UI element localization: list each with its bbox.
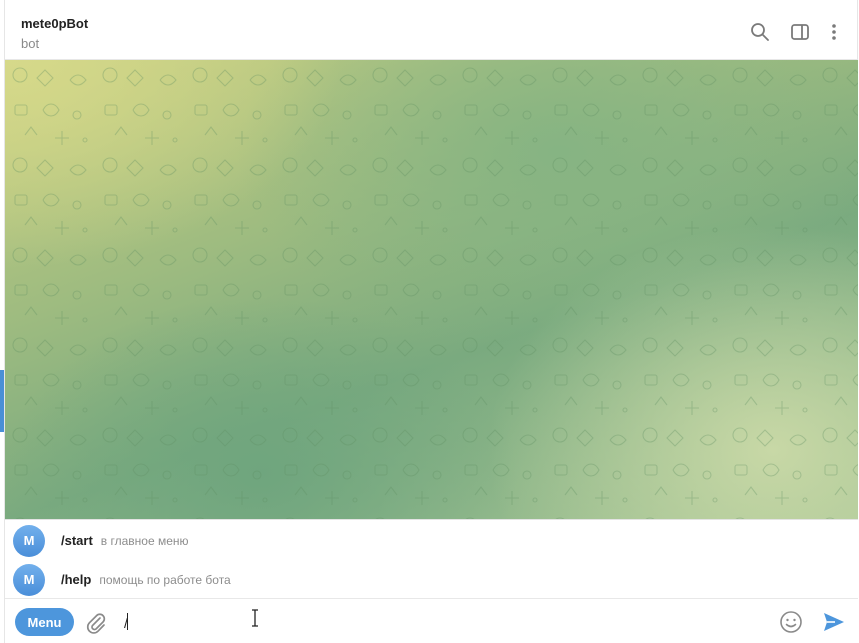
smiley-icon xyxy=(780,611,802,633)
avatar: M xyxy=(13,524,45,557)
chat-window: mete0pBot bot M /start в главное меню M … xyxy=(4,0,858,643)
text-caret xyxy=(127,613,128,630)
sidebar-toggle-button[interactable] xyxy=(788,20,812,44)
command-description: помощь по работе бота xyxy=(99,572,231,587)
chat-subtitle: bot xyxy=(21,36,40,51)
chat-header: mete0pBot bot xyxy=(5,0,857,60)
more-options-button[interactable] xyxy=(822,20,846,44)
avatar: M xyxy=(13,563,45,596)
send-icon xyxy=(824,613,844,631)
chat-background xyxy=(5,60,858,519)
chat-title[interactable]: mete0pBot xyxy=(21,16,88,31)
mouse-ibeam-cursor xyxy=(252,609,258,627)
send-button[interactable] xyxy=(822,610,846,634)
command-name: /start xyxy=(61,533,93,548)
message-input[interactable] xyxy=(122,610,746,636)
command-name: /help xyxy=(61,572,92,587)
more-vertical-icon xyxy=(832,24,836,40)
sidebar-toggle-icon xyxy=(791,24,809,40)
search-icon xyxy=(751,23,769,41)
bot-commands-list: M /start в главное меню M /help помощь п… xyxy=(5,519,858,598)
doodle-pattern xyxy=(5,60,858,519)
command-item-help[interactable]: M /help помощь по работе бота xyxy=(5,560,858,599)
attach-button[interactable] xyxy=(85,611,107,635)
command-description: в главное меню xyxy=(100,533,189,548)
paperclip-icon xyxy=(86,613,106,634)
search-button[interactable] xyxy=(748,20,772,44)
emoji-button[interactable] xyxy=(779,610,803,634)
command-item-start[interactable]: M /start в главное меню xyxy=(5,521,858,560)
message-composer: Menu xyxy=(5,598,858,643)
bot-menu-button[interactable]: Menu xyxy=(15,608,74,636)
